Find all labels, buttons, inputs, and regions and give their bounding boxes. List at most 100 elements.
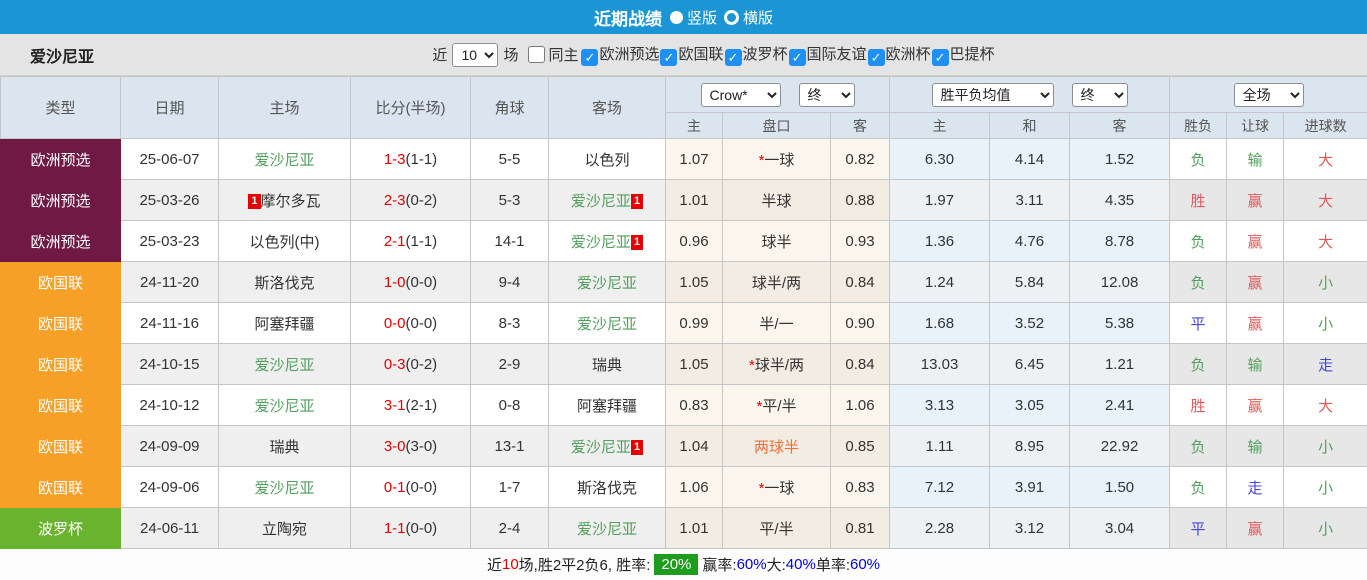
team-label: 阿塞拜疆 <box>254 316 314 333</box>
type-cell: 欧洲预选 <box>1 180 121 221</box>
score-cell: 1-0(0-0) <box>351 262 471 303</box>
summary-part: 20% <box>654 554 698 575</box>
competition-checkbox[interactable]: ✓ <box>789 49 806 66</box>
summary-part: 10 <box>502 556 519 573</box>
home-team-cell: 1摩尔多瓦 <box>219 180 351 221</box>
handicap-cell: *球半/两 <box>723 344 831 385</box>
mean-home-cell: 1.24 <box>890 262 990 303</box>
score-cell: 2-3(0-2) <box>351 180 471 221</box>
competition-checkbox[interactable]: ✓ <box>660 49 677 66</box>
home-team-cell: 瑞典 <box>219 426 351 467</box>
handicap-label: 球半 <box>761 234 791 251</box>
odds-stage-select[interactable]: 终 <box>799 83 855 107</box>
col-header-away: 客场 <box>549 77 666 139</box>
mean-away-cell: 2.41 <box>1070 385 1170 426</box>
competition-checkbox[interactable]: ✓ <box>725 49 742 66</box>
handicap-cell: 球半/两 <box>723 262 831 303</box>
mean-home-cell: 3.13 <box>890 385 990 426</box>
away-team-cell: 爱沙尼亚 <box>549 262 666 303</box>
radio-selected-icon[interactable] <box>670 11 683 24</box>
recent-count-select[interactable]: 10 <box>452 43 498 67</box>
home-odds-cell: 0.83 <box>666 385 723 426</box>
team-label: 立陶宛 <box>262 521 307 538</box>
handicap-label: 球半/两 <box>755 357 804 374</box>
results-table: 类型 日期 主场 比分(半场) 角球 客场 Crow* 终 胜平负均值 终 <box>0 76 1367 549</box>
away-rank-badge: 1 <box>631 194 643 209</box>
score-cell: 2-1(1-1) <box>351 221 471 262</box>
corner-cell: 1-7 <box>471 467 549 508</box>
mean-home-cell: 1.68 <box>890 303 990 344</box>
summary-part: 大: <box>767 554 786 575</box>
full-score: 2-3 <box>384 192 406 209</box>
layout-radio-option[interactable]: 横版 <box>724 7 773 28</box>
handicap-label: 一球 <box>764 152 794 169</box>
away-odds-cell: 0.84 <box>831 344 890 385</box>
home-team-cell: 阿塞拜疆 <box>219 303 351 344</box>
type-cell: 欧洲预选 <box>1 139 121 180</box>
competition-checkbox[interactable]: ✓ <box>868 49 885 66</box>
score-cell: 3-0(3-0) <box>351 426 471 467</box>
subheader-odds-away: 客 <box>831 113 890 139</box>
competition-filter: ✓国际友谊 <box>788 46 867 63</box>
corner-cell: 5-3 <box>471 180 549 221</box>
filter-controls: 近 10 场 同主 ✓欧洲预选✓欧国联✓波罗杯✓国际友谊✓欧洲杯✓巴提杯 <box>372 43 994 67</box>
type-cell: 欧国联 <box>1 426 121 467</box>
handicap-label: 两球半 <box>754 439 799 456</box>
team-label: 斯洛伐克 <box>577 480 637 497</box>
recent-prefix-label: 近 <box>432 44 447 65</box>
score-cell: 0-1(0-0) <box>351 467 471 508</box>
away-odds-cell: 0.90 <box>831 303 890 344</box>
mean-away-cell: 3.04 <box>1070 508 1170 549</box>
competition-filter: ✓欧国联 <box>659 46 723 63</box>
match-row: 欧国联24-11-16阿塞拜疆0-0(0-0)8-3爱沙尼亚0.99半/一0.9… <box>1 303 1367 344</box>
goals-cell: 小 <box>1284 426 1367 467</box>
radio-unselected-icon[interactable] <box>724 10 739 25</box>
team-label: 爱沙尼亚 <box>577 275 637 292</box>
team-label: 斯洛伐克 <box>254 275 314 292</box>
layout-radio-group: 竖版横版 <box>670 7 773 28</box>
full-score: 2-1 <box>384 233 406 250</box>
handicap-result-cell: 走 <box>1227 467 1284 508</box>
type-cell: 欧洲预选 <box>1 221 121 262</box>
competition-checkbox[interactable]: ✓ <box>581 49 598 66</box>
mean-away-cell: 1.52 <box>1070 139 1170 180</box>
team-label: 以色列 <box>584 152 629 169</box>
team-label: 摩尔多瓦 <box>261 193 321 210</box>
mean-stage-select[interactable]: 终 <box>1072 83 1128 107</box>
away-team-cell: 阿塞拜疆 <box>549 385 666 426</box>
subheader-handicap: 盘口 <box>723 113 831 139</box>
scope-select[interactable]: 全场 <box>1234 83 1304 107</box>
layout-radio-selected[interactable]: 竖版 <box>670 7 717 28</box>
team-label: 爱沙尼亚 <box>254 480 314 497</box>
away-odds-cell: 1.06 <box>831 385 890 426</box>
page-title: 近期战绩 <box>594 5 662 30</box>
date-cell: 24-11-20 <box>121 262 219 303</box>
mean-away-cell: 1.50 <box>1070 467 1170 508</box>
corner-cell: 14-1 <box>471 221 549 262</box>
handicap-label: 平/半 <box>762 398 796 415</box>
match-row: 欧洲预选25-06-07爱沙尼亚1-3(1-1)5-5以色列1.07*一球0.8… <box>1 139 1367 180</box>
match-row: 欧国联24-09-06爱沙尼亚0-1(0-0)1-7斯洛伐克1.06*一球0.8… <box>1 467 1367 508</box>
summary-part: 赢率: <box>702 554 736 575</box>
mean-type-select[interactable]: 胜平负均值 <box>932 83 1054 107</box>
full-score: 1-0 <box>384 274 406 291</box>
odds-company-select[interactable]: Crow* <box>701 83 781 107</box>
goals-cell: 小 <box>1284 508 1367 549</box>
full-score: 0-3 <box>384 356 406 373</box>
corner-cell: 0-8 <box>471 385 549 426</box>
corner-cell: 2-9 <box>471 344 549 385</box>
same-home-checkbox[interactable] <box>528 46 545 63</box>
subheader-result: 胜负 <box>1170 113 1227 139</box>
competition-filter: ✓波罗杯 <box>724 46 788 63</box>
competition-checkbox[interactable]: ✓ <box>932 49 949 66</box>
away-team-cell: 爱沙尼亚 <box>549 303 666 344</box>
goals-cell: 大 <box>1284 139 1367 180</box>
mean-home-cell: 1.36 <box>890 221 990 262</box>
away-team-cell: 爱沙尼亚1 <box>549 221 666 262</box>
col-header-type: 类型 <box>1 77 121 139</box>
home-odds-cell: 1.01 <box>666 180 723 221</box>
mean-home-cell: 1.11 <box>890 426 990 467</box>
result-cell: 平 <box>1170 303 1227 344</box>
away-odds-cell: 0.81 <box>831 508 890 549</box>
date-cell: 24-10-15 <box>121 344 219 385</box>
